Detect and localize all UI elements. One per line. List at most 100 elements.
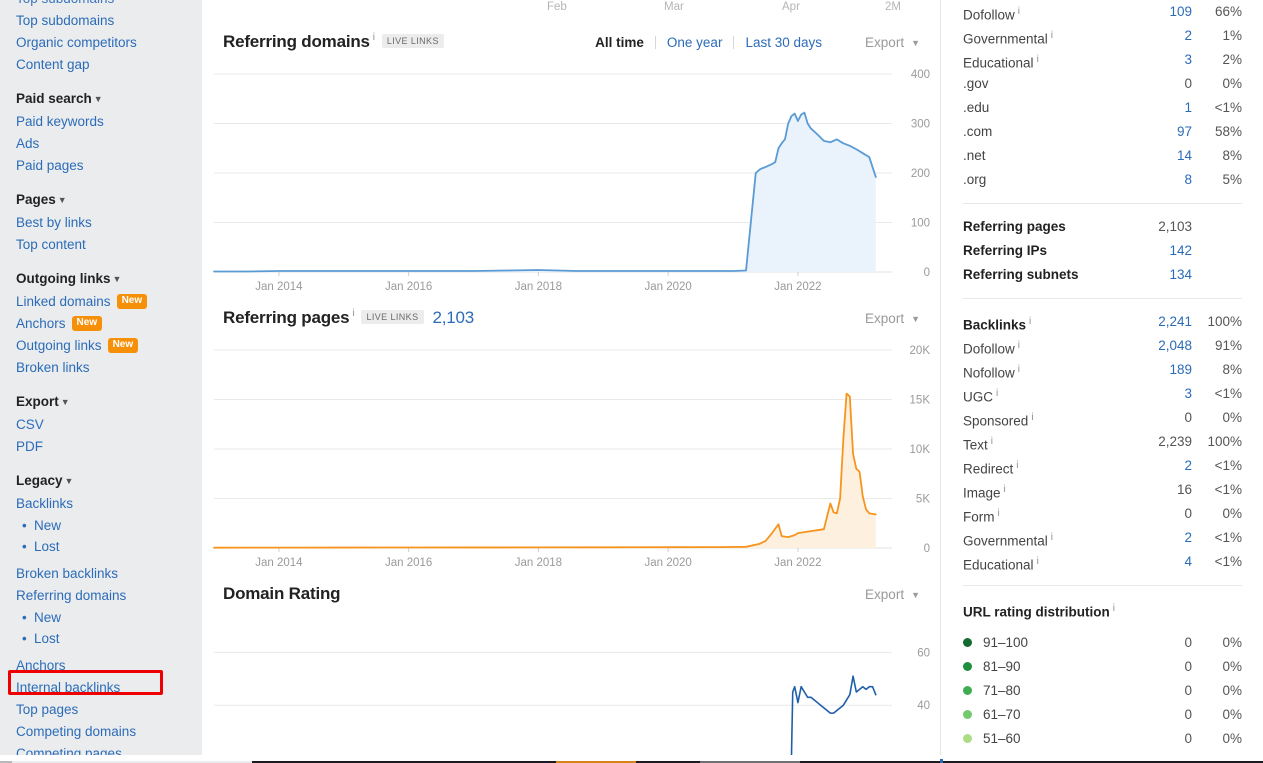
sidebar-item-label: Top pages	[16, 702, 79, 717]
range-tab-last-30-days[interactable]: Last 30 days	[745, 35, 822, 50]
sidebar-item-internal-backlinks[interactable]: Internal backlinks	[0, 677, 202, 699]
metric-label: Educational	[963, 55, 1034, 71]
sidebar-group-label: Pages	[16, 192, 56, 207]
sidebar-item-referring-domains[interactable]: Referring domains	[0, 585, 202, 607]
y-axis-tick-label: 20K	[910, 345, 931, 357]
export-button-referring-domains[interactable]: Export ▼	[865, 35, 920, 50]
url-rating-range: 51–60	[983, 730, 1021, 746]
sidebar-item-ads[interactable]: Ads	[0, 133, 202, 155]
export-button-domain-rating[interactable]: Export ▼	[865, 587, 920, 602]
sidebar-item-paid-keywords[interactable]: Paid keywords	[0, 111, 202, 133]
sidebar-item-csv[interactable]: CSV	[0, 414, 202, 436]
sidebar-subitem-new[interactable]: • New	[0, 607, 202, 628]
sidebar-item-label: Best by links	[16, 215, 92, 230]
x-axis-tick-label: Jan 2014	[255, 281, 303, 293]
url-rating-distribution-title: URL rating distribution i	[941, 597, 1263, 625]
metric-value[interactable]: 142	[1169, 239, 1192, 263]
info-icon[interactable]: i	[1016, 460, 1018, 471]
sidebar-item-organic-competitors[interactable]: Organic competitors	[0, 32, 202, 54]
info-icon[interactable]: i	[1018, 6, 1020, 17]
url-rating-value: 0	[1184, 658, 1192, 674]
metric-value[interactable]: 2,241	[1158, 310, 1192, 334]
metric-label: Referring IPs	[963, 243, 1048, 258]
metric-value[interactable]: 4	[1184, 550, 1192, 574]
info-icon[interactable]: i	[991, 436, 993, 447]
sidebar-group-outgoing-links[interactable]: Outgoing links ▼	[0, 268, 202, 291]
sidebar-item-linked-domains[interactable]: Linked domains New	[0, 291, 202, 313]
url-rating-range: 81–90	[983, 658, 1021, 674]
metric-value[interactable]: 2	[1184, 454, 1192, 478]
sidebar-item-broken-links[interactable]: Broken links	[0, 357, 202, 379]
backlink-row: Dofollow i 2,048 91%	[941, 334, 1263, 358]
metric-value[interactable]: 97	[1177, 120, 1192, 144]
metric-value[interactable]: 189	[1169, 358, 1192, 382]
info-icon[interactable]: i	[1037, 54, 1039, 65]
metric-value[interactable]: 109	[1169, 0, 1192, 24]
info-icon[interactable]: i	[1018, 364, 1020, 375]
info-icon[interactable]: i	[1051, 532, 1053, 543]
x-axis-tick-label: Jan 2022	[774, 281, 821, 293]
y-axis-tick-label: 10K	[910, 444, 931, 456]
url-rating-value: 0	[1184, 634, 1192, 650]
sidebar-item-best-by-links[interactable]: Best by links	[0, 212, 202, 234]
info-icon[interactable]: i	[1004, 484, 1006, 495]
sidebar-group-export[interactable]: Export ▼	[0, 391, 202, 414]
section-title-text: Domain Rating	[223, 584, 341, 603]
referring-domain-row: .com 97 58%	[941, 120, 1263, 144]
range-tab-all-time[interactable]: All time	[595, 35, 644, 50]
info-icon[interactable]: i	[373, 32, 375, 43]
sidebar-item-top-subdomains[interactable]: Top subdomains	[0, 0, 202, 10]
nav-group-gap	[0, 458, 202, 470]
info-icon[interactable]: i	[1113, 603, 1115, 614]
sidebar-group-pages[interactable]: Pages ▼	[0, 189, 202, 212]
metric-value[interactable]: 8	[1184, 168, 1192, 192]
x-axis-tick-label: Jan 2022	[774, 557, 821, 569]
bullet-icon: •	[22, 610, 27, 625]
range-tab-one-year[interactable]: One year	[667, 35, 723, 50]
sidebar-item-label: Broken backlinks	[16, 566, 119, 581]
sidebar-subitem-lost[interactable]: • Lost	[0, 536, 202, 557]
sidebar-item-competing-domains[interactable]: Competing domains	[0, 721, 202, 743]
export-label: Export	[865, 587, 905, 602]
info-icon[interactable]: i	[1037, 556, 1039, 567]
metric-value[interactable]: 3	[1184, 48, 1192, 72]
sidebar-item-anchors[interactable]: Anchors New	[0, 313, 202, 335]
referring-summary-row: Referring IPs 142	[941, 239, 1263, 263]
metric-percent: 91%	[1214, 338, 1242, 353]
sidebar-group-label: Legacy	[16, 473, 63, 488]
sidebar-item-paid-pages[interactable]: Paid pages	[0, 155, 202, 177]
sidebar-item-competing-pages[interactable]: Competing pages	[0, 743, 202, 755]
metric-value[interactable]: 2,048	[1158, 334, 1192, 358]
sidebar-item-anchors[interactable]: Anchors	[0, 655, 202, 677]
metric-value[interactable]: 14	[1177, 144, 1192, 168]
sidebar-item-label: Competing domains	[16, 724, 137, 739]
sidebar-item-label: Backlinks	[16, 496, 74, 511]
sidebar-item-pdf[interactable]: PDF	[0, 436, 202, 458]
sidebar-subitem-new[interactable]: • New	[0, 515, 202, 536]
sidebar-item-top-subdomains[interactable]: Top subdomains	[0, 10, 202, 32]
metric-value[interactable]: 1	[1184, 96, 1192, 120]
sidebar-item-outgoing-links[interactable]: Outgoing links New	[0, 335, 202, 357]
info-icon[interactable]: i	[996, 388, 998, 399]
sidebar-item-top-pages[interactable]: Top pages	[0, 699, 202, 721]
info-icon[interactable]: i	[1031, 412, 1033, 423]
url-rating-row: 51–60 0 0%	[941, 727, 1263, 751]
sidebar-item-content-gap[interactable]: Content gap	[0, 54, 202, 76]
info-icon[interactable]: i	[998, 508, 1000, 519]
sidebar-item-backlinks[interactable]: Backlinks	[0, 493, 202, 515]
sidebar-group-paid-search[interactable]: Paid search ▼	[0, 88, 202, 111]
metric-value[interactable]: 134	[1169, 263, 1192, 287]
info-icon[interactable]: i	[1018, 340, 1020, 351]
info-icon[interactable]: i	[1029, 316, 1031, 327]
metric-percent: <1%	[1214, 100, 1242, 115]
sidebar-item-broken-backlinks[interactable]: Broken backlinks	[0, 563, 202, 585]
info-icon[interactable]: i	[352, 308, 354, 319]
info-icon[interactable]: i	[1051, 30, 1053, 41]
sidebar-item-top-content[interactable]: Top content	[0, 234, 202, 256]
export-button-referring-pages[interactable]: Export ▼	[865, 311, 920, 326]
sidebar-subitem-lost[interactable]: • Lost	[0, 628, 202, 649]
metric-value[interactable]: 2	[1184, 526, 1192, 550]
metric-value[interactable]: 3	[1184, 382, 1192, 406]
sidebar-group-legacy[interactable]: Legacy ▼	[0, 470, 202, 493]
metric-value[interactable]: 2	[1184, 24, 1192, 48]
